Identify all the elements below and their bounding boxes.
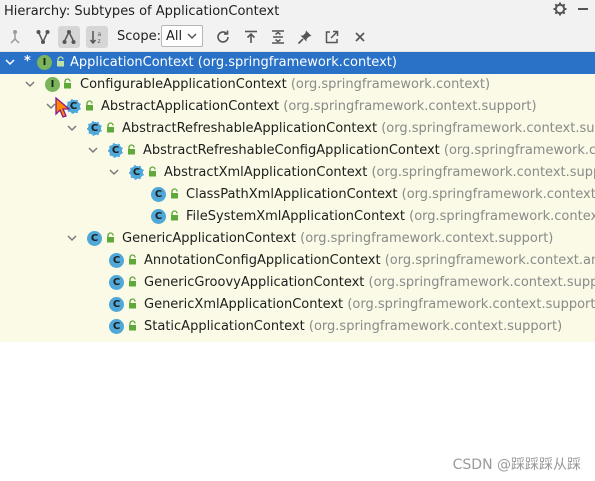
tree-node-configurableapplicationcontext[interactable]: I ConfigurableApplicationContext (org.sp… bbox=[0, 74, 595, 96]
pin-icon bbox=[297, 30, 312, 45]
node-label: ClassPathXmlApplicationContext (org.spri… bbox=[186, 187, 595, 202]
window-title: Hierarchy: Subtypes of ApplicationContex… bbox=[4, 3, 280, 19]
scope-label: Scope: bbox=[117, 29, 161, 44]
svg-text:a: a bbox=[98, 31, 102, 38]
class-hierarchy-button[interactable] bbox=[32, 26, 54, 48]
node-label: AnnotationConfigApplicationContext (org.… bbox=[144, 253, 595, 268]
subtypes-hierarchy-button[interactable] bbox=[58, 26, 80, 48]
class-icon: C bbox=[151, 209, 166, 224]
minimize-icon[interactable] bbox=[577, 2, 589, 20]
chevron-down-icon[interactable] bbox=[24, 78, 36, 90]
class-icon: C bbox=[109, 297, 124, 312]
abstract-class-icon: C bbox=[129, 165, 144, 180]
sort-alphabetically-button[interactable]: az bbox=[86, 26, 108, 48]
public-lock-icon bbox=[64, 78, 71, 89]
node-label: ConfigurableApplicationContext (org.spri… bbox=[80, 77, 491, 92]
hierarchy-tree: * I ApplicationContext (org.springframew… bbox=[0, 52, 595, 342]
open-in-editor-button[interactable] bbox=[321, 26, 343, 48]
chevron-down-icon[interactable] bbox=[4, 56, 16, 68]
expand-all-icon bbox=[272, 30, 284, 44]
node-label: FileSystemXmlApplicationContext (org.spr… bbox=[186, 209, 595, 224]
subtypes-icon bbox=[62, 30, 76, 44]
node-label: AbstractApplicationContext (org.springfr… bbox=[101, 99, 537, 114]
node-label: GenericApplicationContext (org.springfra… bbox=[122, 231, 554, 246]
node-label: GenericXmlApplicationContext (org.spring… bbox=[144, 297, 595, 312]
public-lock-icon bbox=[171, 188, 178, 199]
tree-node-abstractxmlapplicationcontext[interactable]: C AbstractXmlApplicationContext (org.spr… bbox=[0, 162, 595, 184]
node-label: StaticApplicationContext (org.springfram… bbox=[144, 319, 563, 334]
public-lock-icon bbox=[129, 276, 136, 287]
node-label: AbstractRefreshableConfigApplicationCont… bbox=[143, 143, 595, 158]
gear-icon[interactable] bbox=[553, 2, 567, 20]
tree-node-genericgroovyapplicationcontext[interactable]: C GenericGroovyApplicationContext (org.s… bbox=[0, 272, 595, 294]
node-label: ApplicationContext (org.springframework.… bbox=[70, 55, 397, 70]
expand-all-button[interactable] bbox=[267, 26, 289, 48]
chevron-down-icon[interactable] bbox=[87, 144, 99, 156]
supertypes-icon bbox=[10, 30, 20, 44]
class-icon: C bbox=[109, 253, 124, 268]
class-hierarchy-icon bbox=[36, 30, 50, 44]
public-lock-icon bbox=[149, 166, 156, 177]
focus-star-icon: * bbox=[24, 54, 31, 69]
public-lock-icon bbox=[171, 210, 178, 221]
tree-node-genericxmlapplicationcontext[interactable]: C GenericXmlApplicationContext (org.spri… bbox=[0, 294, 595, 316]
node-label: AbstractXmlApplicationContext (org.sprin… bbox=[164, 165, 595, 180]
public-lock-icon bbox=[129, 254, 136, 265]
chevron-down-icon bbox=[187, 33, 197, 40]
tree-node-applicationcontext[interactable]: * I ApplicationContext (org.springframew… bbox=[0, 52, 595, 74]
refresh-icon bbox=[217, 30, 229, 43]
public-lock-icon bbox=[129, 320, 136, 331]
tree-node-genericapplicationcontext[interactable]: C GenericApplicationContext (org.springf… bbox=[0, 228, 595, 250]
public-lock-icon bbox=[129, 298, 136, 309]
class-icon: C bbox=[87, 231, 102, 246]
public-lock-icon bbox=[128, 144, 135, 155]
mouse-cursor-icon bbox=[55, 97, 71, 118]
hierarchy-toolbar: az Scope: All bbox=[0, 22, 595, 52]
class-icon: C bbox=[151, 187, 166, 202]
refresh-button[interactable] bbox=[212, 26, 234, 48]
open-in-editor-icon bbox=[325, 30, 339, 44]
tree-node-staticapplicationcontext[interactable]: C StaticApplicationContext (org.springfr… bbox=[0, 316, 595, 338]
public-lock-icon bbox=[107, 232, 114, 243]
close-icon bbox=[355, 32, 365, 42]
sort-az-icon: az bbox=[89, 31, 102, 45]
tree-node-abstractrefreshableconfigapplicationcontext[interactable]: C AbstractRefreshableConfigApplicationCo… bbox=[0, 140, 595, 162]
svg-text:z: z bbox=[98, 38, 101, 45]
tree-node-classpathxmlapplicationcontext[interactable]: C ClassPathXmlApplicationContext (org.sp… bbox=[0, 184, 595, 206]
interface-icon: I bbox=[37, 55, 52, 70]
chevron-down-icon[interactable] bbox=[66, 232, 78, 244]
tree-node-abstractrefreshableapplicationcontext[interactable]: C AbstractRefreshableApplicationContext … bbox=[0, 118, 595, 140]
chevron-down-icon[interactable] bbox=[66, 122, 78, 134]
abstract-class-icon: C bbox=[108, 143, 123, 158]
tree-node-abstractapplicationcontext[interactable]: C AbstractApplicationContext (org.spring… bbox=[0, 96, 595, 118]
public-lock-icon bbox=[107, 122, 114, 133]
public-lock-icon bbox=[86, 100, 93, 111]
interface-icon: I bbox=[45, 77, 60, 92]
class-icon: C bbox=[109, 275, 124, 290]
node-label: GenericGroovyApplicationContext (org.spr… bbox=[144, 275, 595, 290]
tree-node-annotationconfigapplicationcontext[interactable]: C AnnotationConfigApplicationContext (or… bbox=[0, 250, 595, 272]
pin-button[interactable] bbox=[294, 26, 316, 48]
export-button[interactable] bbox=[240, 26, 262, 48]
close-button[interactable] bbox=[349, 26, 371, 48]
scope-select[interactable]: All bbox=[161, 25, 203, 47]
public-lock-icon bbox=[57, 56, 64, 67]
export-icon bbox=[245, 30, 257, 43]
supertypes-hierarchy-button[interactable] bbox=[4, 26, 26, 48]
watermark: CSDN @踩踩踩从踩 bbox=[452, 457, 581, 473]
tree-node-filesystemxmlapplicationcontext[interactable]: C FileSystemXmlApplicationContext (org.s… bbox=[0, 206, 595, 228]
node-label: AbstractRefreshableApplicationContext (o… bbox=[122, 121, 595, 136]
title-bar: Hierarchy: Subtypes of ApplicationContex… bbox=[0, 0, 595, 22]
class-icon: C bbox=[109, 319, 124, 334]
scope-value: All bbox=[166, 28, 183, 44]
abstract-class-icon: C bbox=[87, 121, 102, 136]
chevron-down-icon[interactable] bbox=[108, 166, 120, 178]
